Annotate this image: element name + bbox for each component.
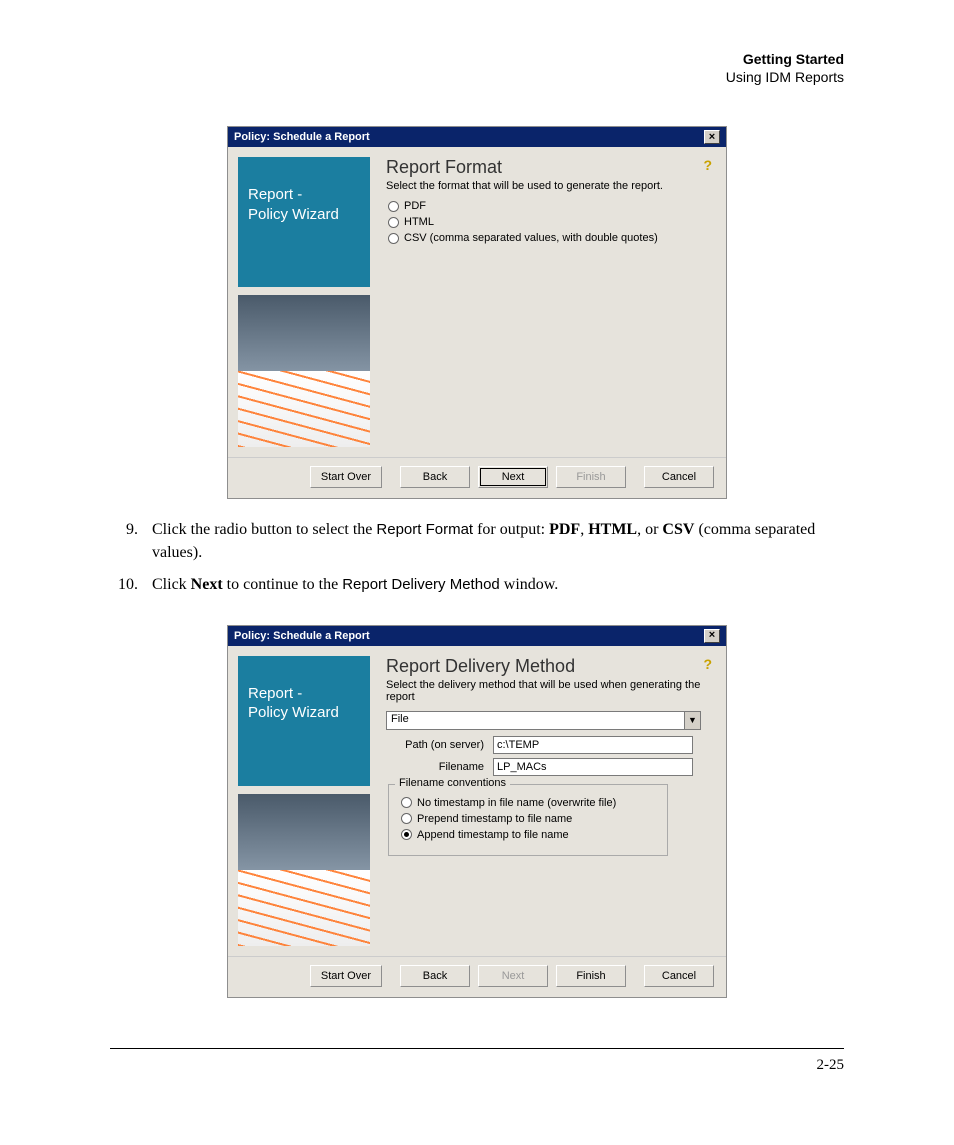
start-over-button[interactable]: Start Over bbox=[310, 965, 382, 987]
delivery-dropdown[interactable]: File ▼ bbox=[386, 711, 701, 730]
chevron-down-icon: ▼ bbox=[684, 712, 700, 729]
radio-icon bbox=[401, 797, 412, 808]
next-button[interactable]: Next bbox=[478, 466, 548, 488]
step-9: 9. Click the radio button to select the … bbox=[110, 519, 844, 564]
filename-conventions-group: Filename conventions No timestamp in fil… bbox=[388, 784, 668, 856]
radio-no-timestamp[interactable]: No timestamp in file name (overwrite fil… bbox=[401, 797, 657, 809]
radio-append-timestamp[interactable]: Append timestamp to file name bbox=[401, 829, 657, 841]
dropdown-value: File bbox=[387, 712, 684, 729]
help-icon[interactable]: ? bbox=[703, 656, 712, 672]
titlebar: Policy: Schedule a Report × bbox=[228, 127, 726, 147]
help-icon[interactable]: ? bbox=[703, 157, 712, 173]
finish-button[interactable]: Finish bbox=[556, 965, 626, 987]
header-title: Getting Started bbox=[110, 50, 844, 68]
section-heading: Report Format bbox=[386, 157, 502, 178]
radio-icon bbox=[401, 829, 412, 840]
back-button[interactable]: Back bbox=[400, 965, 470, 987]
filename-input[interactable] bbox=[493, 758, 693, 776]
page-footer: 2-25 bbox=[110, 1048, 844, 1074]
path-label: Path (on server) bbox=[388, 739, 488, 751]
radio-prepend-timestamp[interactable]: Prepend timestamp to file name bbox=[401, 813, 657, 825]
window-title: Policy: Schedule a Report bbox=[234, 630, 370, 642]
titlebar: Policy: Schedule a Report × bbox=[228, 626, 726, 646]
wizard-side-title: Report - Policy Wizard bbox=[238, 656, 370, 786]
step-10: 10. Click Next to continue to the Report… bbox=[110, 574, 844, 596]
page-number: 2-25 bbox=[817, 1057, 845, 1073]
fieldset-legend: Filename conventions bbox=[395, 777, 510, 789]
filename-label: Filename bbox=[388, 761, 488, 773]
radio-icon bbox=[401, 813, 412, 824]
instruction-steps: 9. Click the radio button to select the … bbox=[110, 519, 844, 596]
radio-html[interactable]: HTML bbox=[388, 216, 712, 228]
radio-icon bbox=[388, 201, 399, 212]
wizard-side-image bbox=[238, 295, 370, 447]
radio-icon bbox=[388, 233, 399, 244]
wizard-side-image bbox=[238, 794, 370, 946]
radio-icon bbox=[388, 217, 399, 228]
back-button[interactable]: Back bbox=[400, 466, 470, 488]
finish-button: Finish bbox=[556, 466, 626, 488]
cancel-button[interactable]: Cancel bbox=[644, 965, 714, 987]
wizard-side-title: Report - Policy Wizard bbox=[238, 157, 370, 287]
window-title: Policy: Schedule a Report bbox=[234, 131, 370, 143]
page-header: Getting Started Using IDM Reports bbox=[110, 50, 844, 86]
header-subtitle: Using IDM Reports bbox=[110, 68, 844, 86]
close-icon[interactable]: × bbox=[704, 130, 720, 144]
dialog-report-delivery: Policy: Schedule a Report × Report - Pol… bbox=[227, 625, 727, 998]
radio-csv[interactable]: CSV (comma separated values, with double… bbox=[388, 232, 712, 244]
close-icon[interactable]: × bbox=[704, 629, 720, 643]
start-over-button[interactable]: Start Over bbox=[310, 466, 382, 488]
section-subtext: Select the delivery method that will be … bbox=[386, 679, 712, 703]
section-heading: Report Delivery Method bbox=[386, 656, 575, 677]
radio-pdf[interactable]: PDF bbox=[388, 200, 712, 212]
section-subtext: Select the format that will be used to g… bbox=[386, 180, 712, 192]
cancel-button[interactable]: Cancel bbox=[644, 466, 714, 488]
path-input[interactable] bbox=[493, 736, 693, 754]
next-button: Next bbox=[478, 965, 548, 987]
dialog-report-format: Policy: Schedule a Report × Report - Pol… bbox=[227, 126, 727, 499]
